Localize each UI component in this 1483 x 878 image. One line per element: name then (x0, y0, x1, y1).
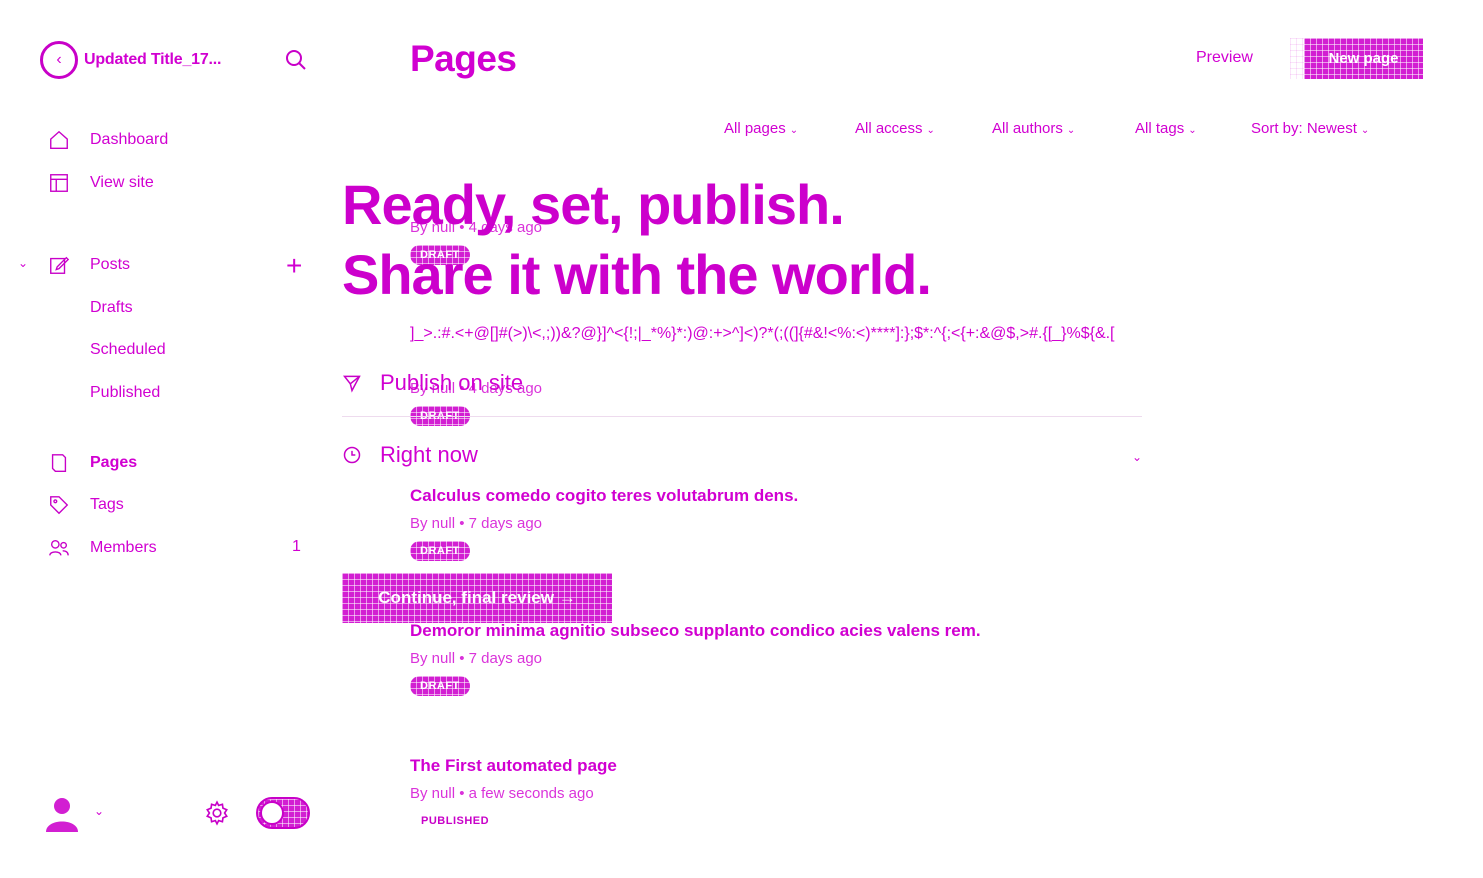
nav-scheduled[interactable]: Scheduled (90, 338, 166, 362)
user-avatar-icon[interactable] (46, 796, 78, 832)
page-title-text[interactable]: ]_>.:#.<+@[]#(>)\<,;))&?@}]^<{!;|_*%}*:)… (410, 322, 1310, 346)
toggle-knob (260, 801, 284, 825)
filter-authors[interactable]: All authors ⌄ (992, 120, 1075, 137)
posts-collapse-chevron-icon[interactable]: ⌄ (18, 256, 28, 270)
page-list-item[interactable]: Demoror minima agnitio subseco supplanto… (410, 621, 1170, 696)
status-badge: DRAFT (410, 541, 470, 561)
filter-pages-label: All pages (724, 120, 786, 137)
gear-icon[interactable] (204, 800, 230, 826)
chevron-down-icon: ⌄ (1360, 125, 1370, 136)
browser-icon (50, 174, 68, 192)
filter-tags-label: All tags (1135, 120, 1185, 137)
page-title-text: The First automated page (410, 756, 617, 775)
nav-tags-label: Tags (90, 496, 124, 513)
nav-members-label: Members (90, 539, 157, 556)
nav-tags[interactable]: Tags (48, 493, 124, 517)
filter-bar: All pages ⌄ All access ⌄ All authors ⌄ All … (0, 120, 1483, 140)
nav-posts-label: Posts (90, 256, 131, 273)
filter-tags[interactable]: All tags ⌄ (1135, 120, 1197, 137)
publish-destination-label: Publish on site (380, 370, 524, 395)
status-badge: PUBLISHED (421, 815, 490, 827)
filter-sort[interactable]: Sort by: Newest ⌄ (1251, 120, 1369, 137)
page-list-item[interactable]: Calculus comedo cogito teres volutabrum … (410, 486, 1170, 561)
filter-authors-label: All authors (992, 120, 1063, 137)
nav-view-site-label: View site (90, 174, 154, 191)
publish-heading-line1: Ready, set, publish. (342, 173, 845, 236)
nav-drafts[interactable]: Drafts (90, 296, 133, 320)
page-meta: By null • 7 days ago (410, 650, 542, 667)
nav-view-site[interactable]: View site (48, 171, 154, 195)
page-meta: By null • a few seconds ago (410, 785, 594, 802)
page-title-text: Demoror minima agnitio subseco supplanto… (410, 621, 981, 640)
publish-time-option[interactable]: Right now ⌄ (342, 440, 1142, 470)
filter-access[interactable]: All access ⌄ (855, 120, 935, 137)
continue-final-review-button[interactable]: Continue, final review → (342, 573, 612, 623)
publish-destination-option[interactable]: Publish on site (342, 368, 1142, 398)
nav-published[interactable]: Published (90, 381, 160, 405)
page-icon (51, 454, 67, 472)
publish-heading-line2: Share it with the world. (342, 243, 932, 306)
page-title: Pages (410, 38, 517, 79)
clock-icon (343, 446, 361, 464)
chevron-down-icon: ⌄ (1188, 125, 1197, 136)
new-post-plus-icon[interactable]: + (286, 252, 302, 280)
site-header: ‹ Updated Title_17... (40, 40, 320, 80)
nav-posts[interactable]: Posts (48, 253, 130, 277)
filter-sort-label: Sort by: Newest (1251, 120, 1357, 137)
user-menu-chevron-icon[interactable]: ⌄ (94, 804, 104, 818)
tag-icon (50, 496, 69, 515)
new-page-button[interactable]: New page (1304, 38, 1423, 79)
filter-pages[interactable]: All pages ⌄ (724, 120, 798, 137)
divider (342, 416, 1142, 417)
publish-heading: Ready, set, publish. Share it with the w… (342, 170, 932, 310)
page-meta: By null • 7 days ago (410, 515, 542, 532)
site-icon[interactable]: ‹ (40, 41, 78, 79)
edit-icon (50, 256, 70, 274)
publish-time-label: Right now (380, 442, 478, 467)
search-icon[interactable] (284, 48, 308, 72)
filter-access-label: All access (855, 120, 923, 137)
page-list-item[interactable]: The First automated page By null • a few… (410, 756, 1170, 831)
members-icon (49, 539, 69, 556)
status-badge: DRAFT (410, 676, 470, 696)
dark-mode-toggle[interactable] (256, 797, 310, 829)
nav-pages[interactable]: Pages (48, 451, 137, 475)
preview-link[interactable]: Preview (1196, 49, 1253, 67)
send-icon (342, 375, 361, 393)
members-count: 1 (292, 538, 301, 555)
chevron-down-icon: ⌄ (926, 125, 935, 136)
page-title-text: Calculus comedo cogito teres volutabrum … (410, 486, 799, 505)
nav-members[interactable]: Members (48, 536, 157, 560)
chevron-down-icon: ⌄ (1131, 450, 1142, 464)
chevron-down-icon: ⌄ (789, 125, 799, 136)
chevron-down-icon: ⌄ (1066, 125, 1076, 136)
nav-pages-label: Pages (90, 454, 138, 471)
site-title[interactable]: Updated Title_17... (84, 51, 259, 69)
